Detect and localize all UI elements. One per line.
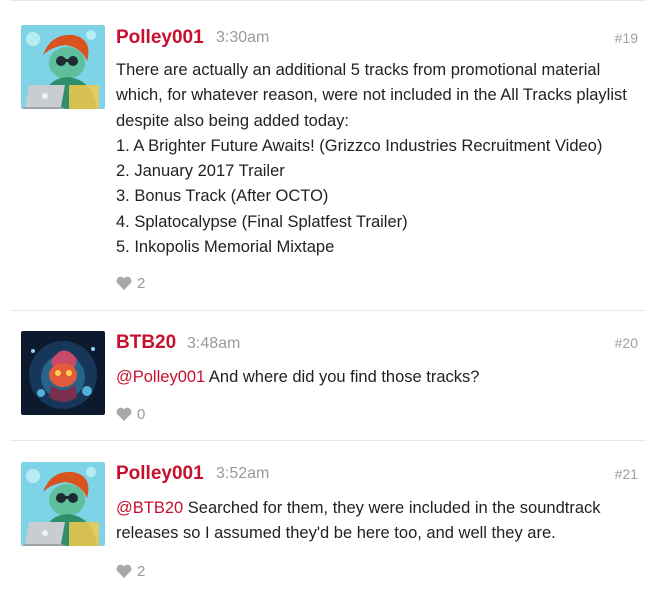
post-text-line: releases so I assumed they'd be here too… <box>116 524 556 543</box>
list-item: 2. January 2017 Trailer <box>116 162 285 181</box>
laptop-character-avatar-icon <box>21 462 105 546</box>
post-text-line: There are actually an additional 5 track… <box>116 61 601 79</box>
list-item: 3. Bonus Track (After OCTO) <box>116 187 329 206</box>
list-item: 1. A Brighter Future Awaits! (Grizzco In… <box>116 136 603 155</box>
post-body: @Polley001 And where did you find those … <box>116 365 636 390</box>
like-button[interactable]: 0 <box>116 405 145 423</box>
like-count: 2 <box>137 562 146 580</box>
avatar[interactable] <box>21 462 105 546</box>
thread: Polley001 3:30am #19 There are actually … <box>0 0 665 591</box>
like-button[interactable]: 2 <box>116 274 145 292</box>
post-time[interactable]: 3:52am <box>216 463 269 485</box>
post-text-line: despite also being added today: <box>116 111 350 130</box>
post-number[interactable]: #20 <box>615 332 638 354</box>
heart-icon <box>116 564 132 578</box>
avatar[interactable] <box>21 331 105 415</box>
post-body: There are actually an additional 5 track… <box>116 58 636 260</box>
post-time[interactable]: 3:48am <box>187 333 240 355</box>
post-21: Polley001 3:52am #21 @BTB20 Searched for… <box>0 440 665 591</box>
heart-icon <box>116 407 132 421</box>
avatar[interactable] <box>21 25 105 109</box>
post-text-line: @Polley001 And where did you find those … <box>116 365 636 390</box>
laptop-character-avatar-icon <box>21 25 105 109</box>
post-text-line: which, for whatever reason, were not inc… <box>116 86 627 105</box>
list-item: 5. Inkopolis Memorial Mixtape <box>116 238 335 257</box>
post-text-line: @BTB20 Searched for them, they were incl… <box>116 496 636 521</box>
username[interactable]: Polley001 <box>116 463 204 485</box>
user-mention[interactable]: @Polley001 <box>116 368 205 386</box>
post-text: Searched for them, they were included in… <box>183 499 601 517</box>
username[interactable]: Polley001 <box>116 27 204 49</box>
glowing-boss-avatar-icon <box>21 331 105 415</box>
like-button[interactable]: 2 <box>116 562 145 580</box>
post-number[interactable]: #21 <box>615 463 638 485</box>
post-time[interactable]: 3:30am <box>216 27 269 49</box>
username[interactable]: BTB20 <box>116 332 176 354</box>
post-number[interactable]: #19 <box>615 27 638 49</box>
heart-icon <box>116 276 132 290</box>
user-mention[interactable]: @BTB20 <box>116 499 183 517</box>
like-count: 2 <box>137 274 146 292</box>
post-text: And where did you find those tracks? <box>205 368 480 386</box>
post-19: Polley001 3:30am #19 There are actually … <box>0 0 665 311</box>
like-count: 0 <box>137 405 146 423</box>
list-item: 4. Splatocalypse (Final Splatfest Traile… <box>116 212 408 231</box>
post-body: @BTB20 Searched for them, they were incl… <box>116 496 636 547</box>
post-20: BTB20 3:48am #20 @Polley001 And where di… <box>0 310 665 441</box>
